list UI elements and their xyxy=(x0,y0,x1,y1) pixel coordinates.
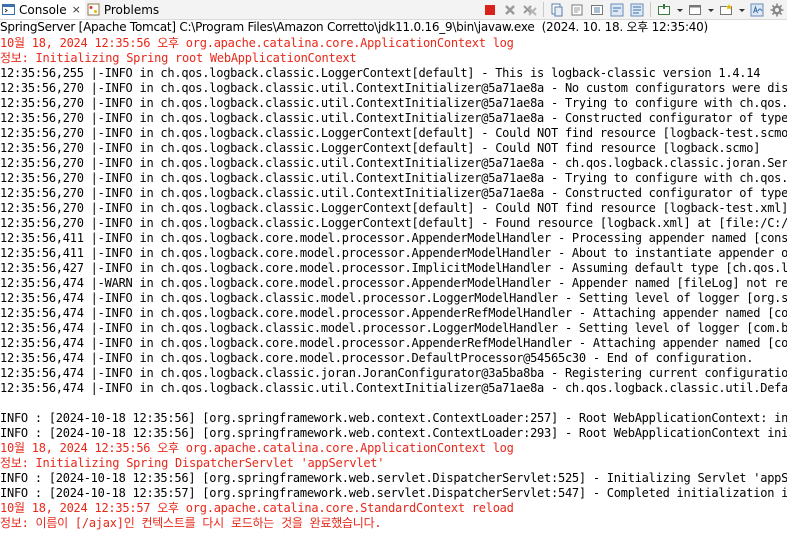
console-line: 12:35:56,270 |-INFO in ch.qos.logback.cl… xyxy=(0,216,787,230)
clear-console-icon[interactable] xyxy=(569,2,585,18)
console-output[interactable]: 10월 18, 2024 12:35:56 오후 org.apache.cata… xyxy=(0,36,787,540)
console-toolbar xyxy=(476,0,787,19)
tab-console-label: Console xyxy=(19,2,67,17)
console-line: 정보: Initializing Spring DispatcherServle… xyxy=(0,456,385,470)
tab-console[interactable]: Console × xyxy=(0,0,85,19)
console-line: 12:35:56,270 |-INFO in ch.qos.logback.cl… xyxy=(0,111,787,125)
display-console-icon[interactable] xyxy=(687,2,703,18)
console-line: 12:35:56,270 |-INFO in ch.qos.logback.cl… xyxy=(0,96,787,110)
console-line: 12:35:56,474 |-INFO in ch.qos.logback.cl… xyxy=(0,291,787,305)
console-line: 12:35:56,270 |-INFO in ch.qos.logback.cl… xyxy=(0,81,787,95)
console-line: 12:35:56,270 |-INFO in ch.qos.logback.cl… xyxy=(0,126,787,140)
console-line: INFO : [2024-10-18 12:35:56] [org.spring… xyxy=(0,471,787,485)
console-line: 12:35:56,411 |-INFO in ch.qos.logback.co… xyxy=(0,231,787,245)
console-line: 10월 18, 2024 12:35:56 오후 org.apache.cata… xyxy=(0,441,514,455)
console-line: 12:35:56,270 |-INFO in ch.qos.logback.cl… xyxy=(0,186,787,200)
console-line: INFO : [2024-10-18 12:35:56] [org.spring… xyxy=(0,411,787,425)
console-line: 12:35:56,474 |-INFO in ch.qos.logback.cl… xyxy=(0,321,787,335)
problems-icon xyxy=(87,3,100,16)
console-icon xyxy=(2,3,15,16)
console-line: 정보: 이름이 [/ajax]인 컨텍스트를 다시 로드하는 것을 완료했습니다… xyxy=(0,516,382,530)
show-on-stdout-icon[interactable] xyxy=(629,2,645,18)
console-line: 10월 18, 2024 12:35:56 오후 org.apache.cata… xyxy=(0,36,514,50)
copy-icon[interactable] xyxy=(549,2,565,18)
pin-console-icon[interactable] xyxy=(656,2,672,18)
chevron-down-icon[interactable] xyxy=(706,2,715,18)
console-line: INFO : [2024-10-18 12:35:57] [org.spring… xyxy=(0,486,787,500)
chevron-down-icon[interactable] xyxy=(737,2,746,18)
remove-launch-icon[interactable] xyxy=(502,2,518,18)
console-line: 12:35:56,270 |-INFO in ch.qos.logback.cl… xyxy=(0,171,787,185)
interpret-escape-icon[interactable] xyxy=(749,2,765,18)
console-line: 12:35:56,255 |-INFO in ch.qos.logback.cl… xyxy=(0,66,761,80)
settings-icon[interactable] xyxy=(769,2,785,18)
console-line: INFO : [2024-10-18 12:35:56] [org.spring… xyxy=(0,426,787,440)
console-line: 12:35:56,474 |-INFO in ch.qos.logback.cl… xyxy=(0,381,787,395)
console-line: 12:35:56,474 |-WARN in ch.qos.logback.co… xyxy=(0,276,787,290)
console-line: 12:35:56,270 |-INFO in ch.qos.logback.cl… xyxy=(0,156,787,170)
console-line: 12:35:56,270 |-INFO in ch.qos.logback.cl… xyxy=(0,201,787,215)
console-line: 12:35:56,474 |-INFO in ch.qos.logback.co… xyxy=(0,306,787,320)
console-line: 12:35:56,474 |-INFO in ch.qos.logback.co… xyxy=(0,351,754,365)
process-title: SpringServer [Apache Tomcat] C:\Program … xyxy=(0,20,708,34)
new-console-icon[interactable] xyxy=(718,2,734,18)
toolbar-separator xyxy=(650,2,651,17)
toolbar-separator xyxy=(543,2,544,17)
remove-all-terminated-icon[interactable] xyxy=(522,2,538,18)
chevron-down-icon[interactable] xyxy=(675,2,684,18)
console-line: 12:35:56,474 |-INFO in ch.qos.logback.co… xyxy=(0,336,787,350)
tab-problems[interactable]: Problems xyxy=(85,0,163,19)
terminate-icon[interactable] xyxy=(482,2,498,18)
console-line: 정보: Initializing Spring root WebApplicat… xyxy=(0,51,357,65)
console-line: 12:35:56,427 |-INFO in ch.qos.logback.co… xyxy=(0,261,787,275)
scroll-lock-icon[interactable] xyxy=(589,2,605,18)
console-line: 12:35:56,411 |-INFO in ch.qos.logback.co… xyxy=(0,246,787,260)
tab-problems-label: Problems xyxy=(103,2,160,17)
console-line: 10월 18, 2024 12:35:57 오후 org.apache.cata… xyxy=(0,501,514,515)
close-icon[interactable]: × xyxy=(72,3,81,16)
console-line: 12:35:56,270 |-INFO in ch.qos.logback.cl… xyxy=(0,141,761,155)
console-line: 12:35:56,474 |-INFO in ch.qos.logback.cl… xyxy=(0,366,787,380)
word-wrap-icon[interactable] xyxy=(609,2,625,18)
